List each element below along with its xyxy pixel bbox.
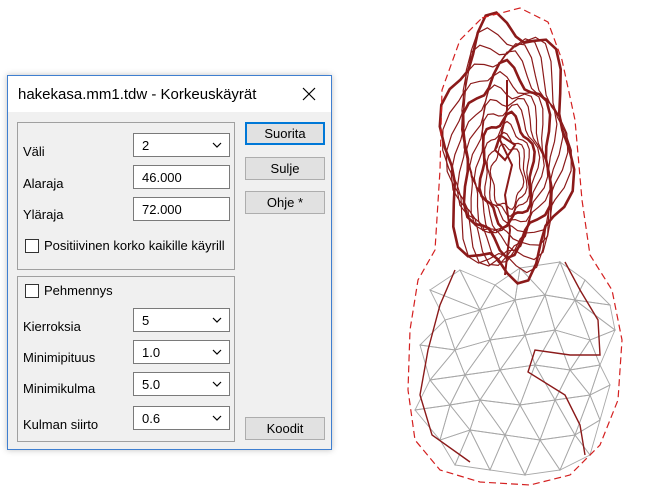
- kulman-siirto-select[interactable]: 0.6: [133, 406, 230, 430]
- boundary-line: [407, 7, 623, 486]
- mesh-triangle: [449, 399, 481, 431]
- mesh-triangle: [504, 434, 541, 477]
- mesh-triangle: [589, 384, 611, 422]
- mesh-triangle: [499, 364, 536, 407]
- mesh-triangle: [429, 374, 466, 406]
- suorita-button[interactable]: Suorita: [245, 122, 325, 145]
- ohje-button[interactable]: Ohje *: [245, 191, 325, 214]
- mesh-triangle: [574, 393, 601, 437]
- mesh-triangle: [514, 294, 546, 337]
- minimikulma-label: Minimikulma: [23, 381, 96, 396]
- vali-value: 2: [142, 138, 150, 153]
- title-bar: hakekasa.mm1.tdw - Korkeuskäyrät: [8, 76, 331, 112]
- koodit-button[interactable]: Koodit: [245, 417, 325, 440]
- chevron-down-icon: [212, 415, 222, 421]
- kulman-siirto-value: 0.6: [142, 411, 161, 426]
- kierroksia-label: Kierroksia: [23, 319, 81, 334]
- chevron-down-icon: [212, 349, 222, 355]
- boundary-polygon: [407, 7, 623, 486]
- mesh-triangle: [479, 284, 516, 311]
- kulman-siirto-label: Kulman siirto: [23, 417, 99, 432]
- alaraja-label: Alaraja: [23, 176, 64, 191]
- positive-checkbox[interactable]: [25, 239, 39, 253]
- contour-lines: [438, 11, 576, 285]
- close-icon: [302, 87, 316, 101]
- ylaraja-label: Yläraja: [23, 207, 64, 222]
- mesh-triangle: [544, 260, 576, 301]
- mesh-triangle: [554, 329, 591, 371]
- kierroksia-select[interactable]: 5: [133, 308, 230, 332]
- mesh-triangle: [454, 339, 492, 376]
- ylaraja-field[interactable]: 72.000: [133, 197, 230, 221]
- chevron-down-icon: [212, 317, 222, 323]
- minimipituus-value: 1.0: [142, 345, 161, 360]
- minimipituus-select[interactable]: 1.0: [133, 340, 230, 364]
- contour-dialog: hakekasa.mm1.tdw - Korkeuskäyrät Väli 2 …: [7, 75, 332, 450]
- minimipituus-label: Minimipituus: [23, 350, 96, 365]
- mesh-triangle: [519, 261, 561, 296]
- mesh-triangle: [554, 299, 591, 341]
- mesh-triangle: [559, 434, 591, 471]
- minimikulma-select[interactable]: 5.0: [133, 372, 230, 396]
- mesh-triangle: [569, 364, 601, 396]
- sulje-button[interactable]: Sulje: [245, 157, 325, 180]
- dialog-title: hakekasa.mm1.tdw - Korkeuskäyrät: [18, 86, 257, 103]
- mesh-triangle: [489, 334, 526, 371]
- chevron-down-icon: [212, 142, 222, 148]
- mesh-triangle: [519, 399, 556, 442]
- mesh-triangle: [534, 328, 571, 371]
- alaraja-field[interactable]: 46.000: [133, 165, 230, 189]
- close-button[interactable]: [287, 76, 331, 112]
- vali-label: Väli: [23, 144, 45, 159]
- mesh-triangle: [574, 298, 616, 341]
- mesh-triangle: [469, 399, 506, 436]
- mesh-triangle: [544, 294, 576, 332]
- pehmennys-label: Pehmennys: [44, 283, 113, 298]
- mesh-triangle: [574, 279, 612, 306]
- mesh-triangle: [524, 329, 556, 367]
- mesh-triangle: [439, 429, 471, 466]
- chevron-down-icon: [212, 381, 222, 387]
- contour-spur: [498, 80, 514, 276]
- mesh-triangle: [589, 329, 616, 367]
- alaraja-value: 46.000: [142, 170, 182, 185]
- vali-select[interactable]: 2: [133, 133, 230, 157]
- ylaraja-value: 72.000: [142, 202, 182, 217]
- positive-label: Positiivinen korko kaikille käyrill: [44, 238, 225, 253]
- mesh-triangle: [469, 429, 506, 472]
- mesh-triangle: [479, 369, 521, 406]
- mesh-triangle: [524, 439, 561, 476]
- pehmennys-checkbox[interactable]: [25, 284, 39, 298]
- minimikulma-value: 5.0: [142, 377, 161, 392]
- mesh-triangle: [559, 260, 586, 302]
- mesh-triangle: [479, 299, 517, 342]
- contour-line: [419, 269, 471, 463]
- kierroksia-value: 5: [142, 313, 150, 328]
